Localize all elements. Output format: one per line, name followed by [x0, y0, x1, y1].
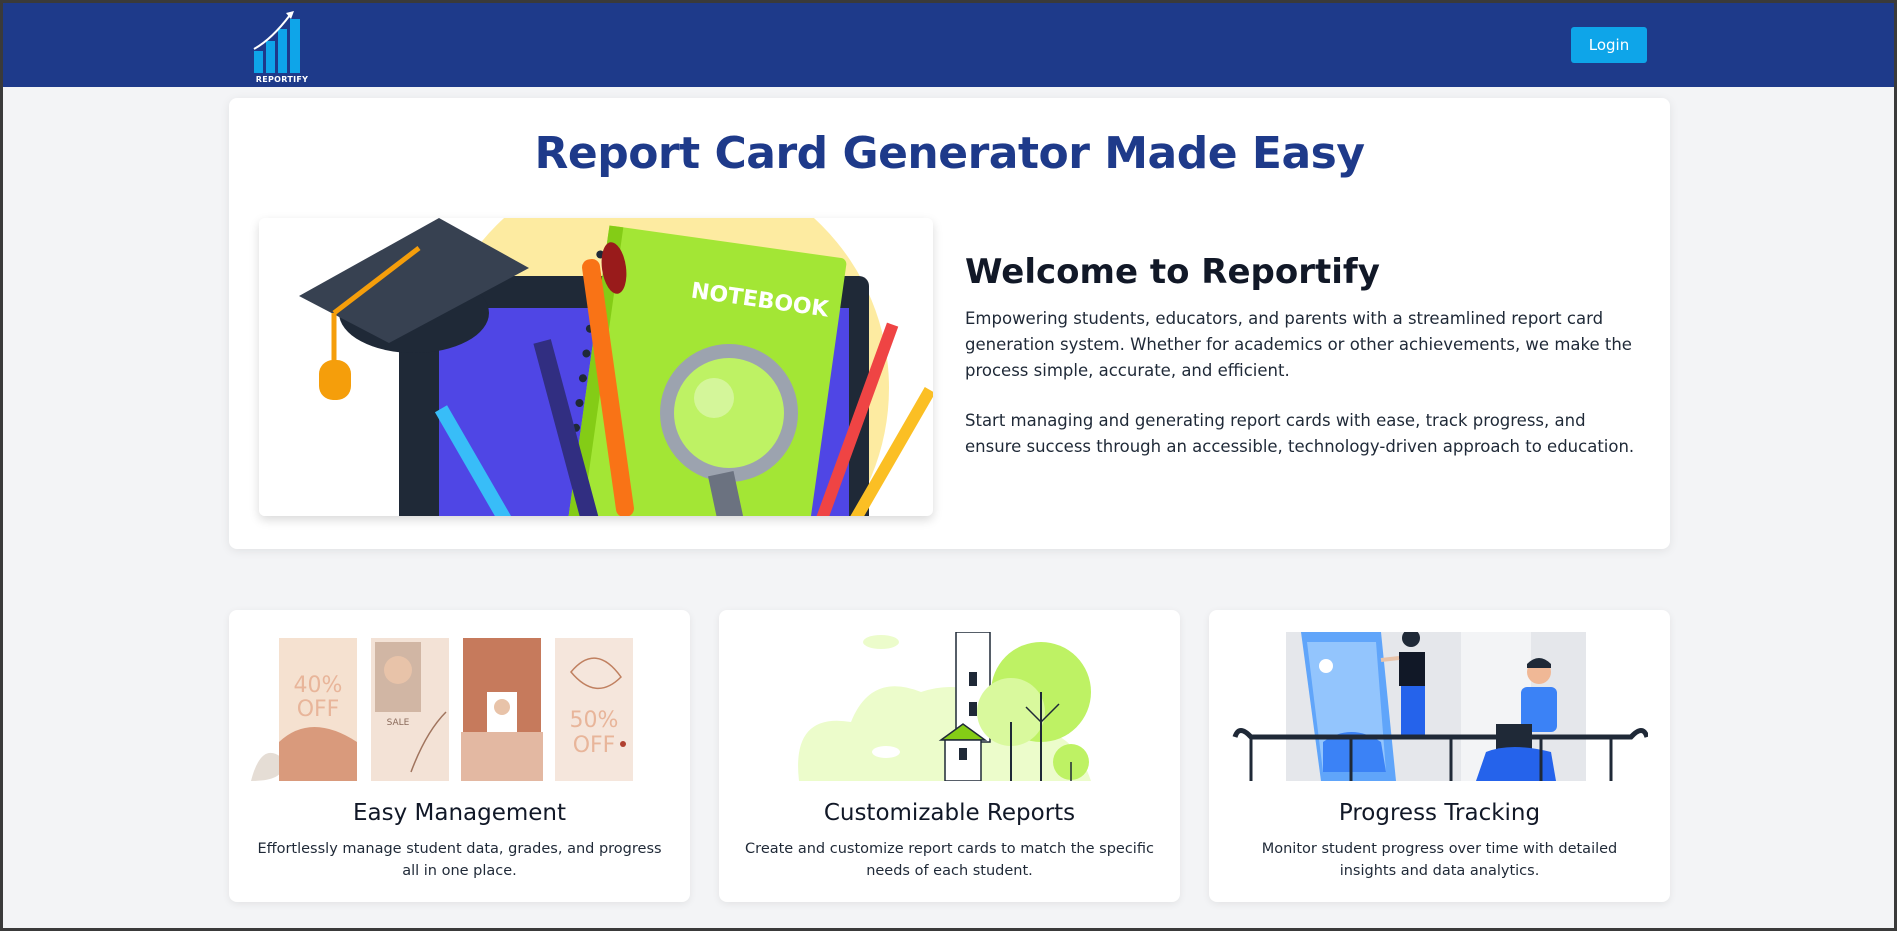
easy-management-illustration: 40% OFF SALE 50% OFF — [251, 632, 668, 781]
navbar: REPORTIFY Login — [3, 3, 1894, 87]
page-title: Report Card Generator Made Easy — [534, 128, 1365, 179]
svg-text:OFF: OFF — [297, 697, 340, 722]
app-window: REPORTIFY Login Report Card Generator Ma… — [3, 3, 1894, 928]
feature-card-progress-tracking: Progress Tracking Monitor student progre… — [1209, 610, 1670, 902]
svg-text:40%: 40% — [294, 673, 343, 698]
welcome-title: Welcome to Reportify — [965, 252, 1380, 292]
feature-title: Customizable Reports — [823, 800, 1076, 826]
hero-section: Report Card Generator Made Easy NOTEBOOK — [229, 98, 1670, 549]
bar-chart-growth-icon — [253, 11, 300, 73]
svg-text:50%: 50% — [570, 708, 619, 733]
hero-paragraph-2: Start managing and generating report car… — [965, 411, 1635, 456]
hero-text: Welcome to Reportify Empowering students… — [965, 251, 1640, 460]
svg-text:SALE: SALE — [387, 718, 410, 728]
login-button[interactable]: Login — [1571, 27, 1647, 63]
reportify-logo[interactable]: REPORTIFY — [250, 9, 314, 85]
feature-title: Progress Tracking — [1338, 800, 1541, 826]
feature-title: Easy Management — [352, 800, 567, 826]
svg-text:OFF: OFF — [573, 733, 616, 758]
feature-description: Monitor student progress over time with … — [1261, 841, 1618, 879]
progress-tracking-illustration — [1231, 632, 1648, 781]
hero-illustration: NOTEBOOK — [259, 218, 933, 516]
hero-paragraph-1: Empowering students, educators, and pare… — [965, 309, 1632, 380]
feature-description: Effortlessly manage student data, grades… — [257, 841, 662, 879]
customizable-reports-illustration — [741, 632, 1158, 781]
feature-description: Create and customize report cards to mat… — [745, 841, 1154, 879]
logo-text: REPORTIFY — [255, 75, 309, 84]
feature-card-easy-management: 40% OFF SALE 50% OFF Easy Management Eff… — [229, 610, 690, 902]
feature-card-customizable-reports: Customizable Reports Create and customiz… — [719, 610, 1180, 902]
